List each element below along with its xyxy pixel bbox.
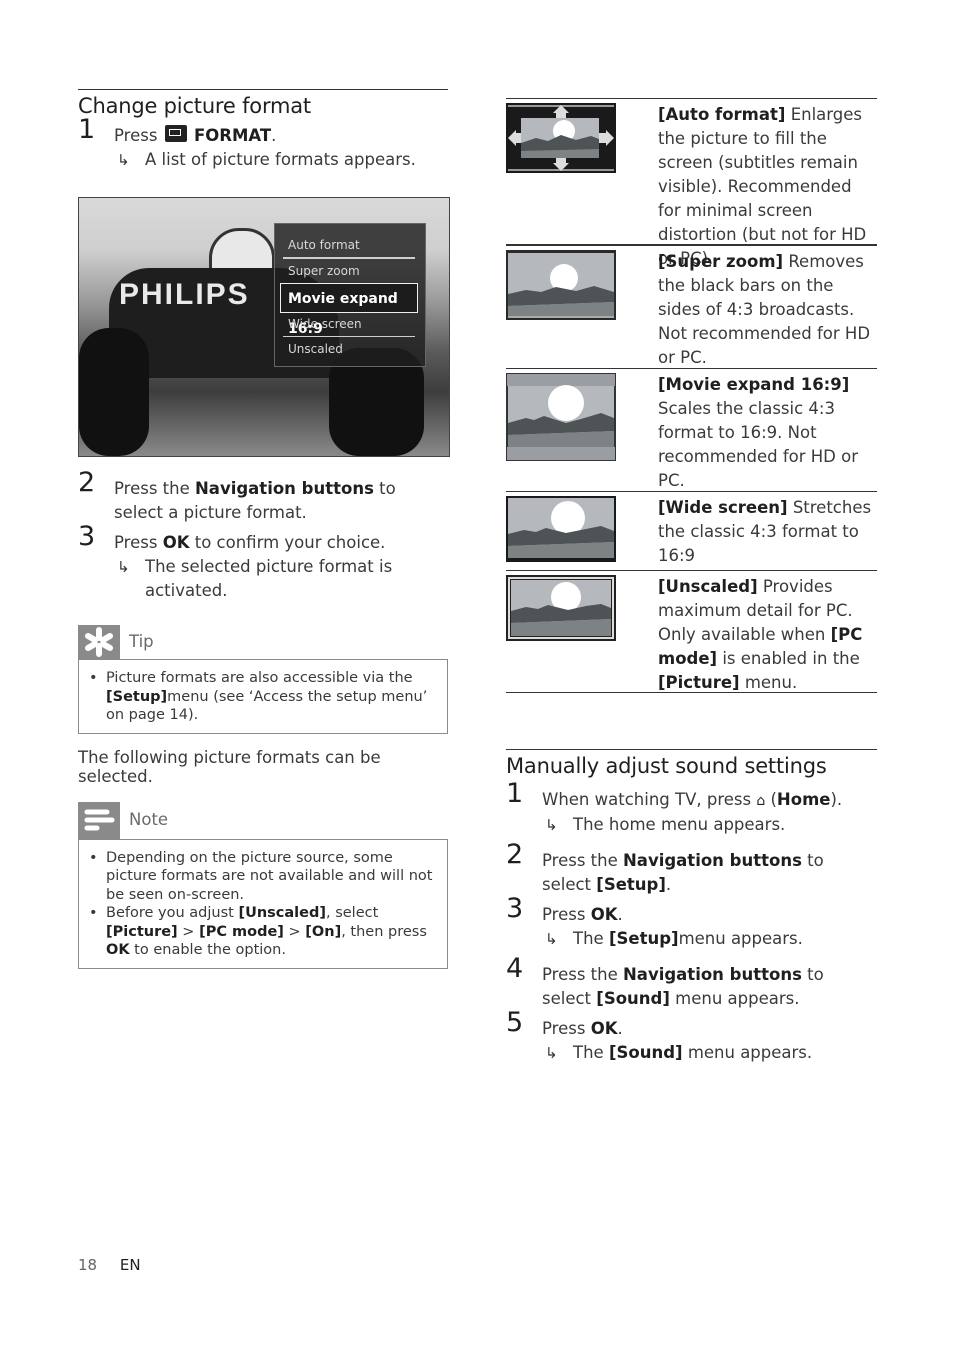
- note-header: Note: [78, 801, 448, 839]
- step-1: 1 Press FORMAT. ↳ A list of picture form…: [78, 116, 448, 172]
- language-code: EN: [119, 1256, 141, 1274]
- format-desc: [Wide screen] Stretches the classic 4:3 …: [658, 498, 872, 565]
- tip-content: Picture formats are also accessible via …: [78, 659, 448, 734]
- result-arrow-icon: ↳: [545, 930, 558, 948]
- wide-screen-thumbnail: [506, 496, 616, 566]
- step-result: ↳ The selected picture format is activat…: [117, 557, 393, 600]
- asterisk-icon: [78, 625, 120, 659]
- step-number: 1: [78, 114, 96, 145]
- result-arrow-icon: ↳: [545, 1044, 558, 1062]
- step-2: 2 Press the Navigation buttons to select…: [78, 467, 396, 522]
- note-bullet: Depending on the picture source, some pi…: [89, 849, 435, 905]
- page-number: 18: [78, 1256, 98, 1274]
- menu-item-super-zoom[interactable]: Super zoom: [288, 264, 360, 278]
- step-3: 3 Press OK to confirm your choice. ↳ The…: [78, 523, 448, 603]
- home-icon: ⌂: [756, 793, 766, 809]
- left-column: Change picture format 1 Press FORMAT. ↳ …: [78, 89, 450, 969]
- right-column: [Auto format] Enlarges the picture to fi…: [506, 98, 877, 1065]
- page-footer: 18 EN: [78, 1256, 141, 1274]
- following-formats-text: The following picture formats can be sel…: [78, 747, 381, 786]
- result-arrow-icon: ↳: [117, 558, 130, 576]
- tip-bullet: Picture formats are also accessible via …: [89, 669, 435, 725]
- step-result: ↳ The [Sound] menu appears.: [542, 1041, 877, 1065]
- note-label: Note: [129, 809, 169, 829]
- auto-format-thumbnail: [506, 103, 616, 240]
- format-row-auto-format: [Auto format] Enlarges the picture to fi…: [506, 98, 877, 268]
- format-row-movie-expand: [Movie expand 16:9] Scales the classic 4…: [506, 368, 877, 491]
- result-arrow-icon: ↳: [545, 816, 558, 834]
- format-row-wide-screen: [Wide screen] Stretches the classic 4:3 …: [506, 491, 877, 570]
- sound-step-1: 1 When watching TV, press ⌂ (Home). ↳ Th…: [506, 780, 877, 837]
- car-wheel: [79, 328, 149, 456]
- format-row-super-zoom: [Super zoom] Removes the black bars on t…: [506, 244, 877, 368]
- unscaled-thumbnail: [506, 575, 616, 688]
- format-table: [Auto format] Enlarges the picture to fi…: [506, 98, 877, 693]
- menu-separator: [283, 257, 415, 259]
- menu-item-wide-screen[interactable]: Wide screen: [288, 317, 362, 331]
- menu-separator: [283, 336, 415, 337]
- menu-item-movie-expand-selected[interactable]: Movie expand 16:9: [280, 283, 418, 337]
- note-lines-icon: [78, 801, 120, 839]
- format-desc: [Super zoom] Removes the black bars on t…: [658, 252, 871, 367]
- step-result: ↳ The [Setup]menu appears.: [542, 927, 877, 951]
- section-divider: [506, 749, 877, 750]
- format-desc: [Auto format] Enlarges the picture to fi…: [658, 105, 867, 268]
- sound-step-5: 5 Press OK. ↳ The [Sound] menu appears.: [506, 1009, 877, 1065]
- note-bullet: Before you adjust [Unscaled], select [Pi…: [89, 904, 435, 960]
- brand-text: PHILIPS: [119, 278, 250, 311]
- menu-item-unscaled[interactable]: Unscaled: [288, 342, 343, 356]
- tip-header: Tip: [78, 625, 448, 659]
- format-icon: [164, 125, 187, 142]
- menu-item-auto-format[interactable]: Auto format: [288, 238, 360, 252]
- tv-screenshot: PHILIPS Auto format Super zoom Movie exp…: [78, 197, 450, 457]
- super-zoom-thumbnail: [506, 250, 616, 364]
- tip-label: Tip: [129, 632, 154, 651]
- note-content: Depending on the picture source, some pi…: [78, 838, 448, 969]
- movie-expand-thumbnail: [506, 373, 616, 487]
- section-title-sound-settings: Manually adjust sound settings: [506, 754, 827, 778]
- tip-box: Tip Picture formats are also accessible …: [78, 625, 448, 734]
- sound-step-4: 4 Press the Navigation buttons to select…: [506, 953, 824, 1008]
- step-result: ↳ The home menu appears.: [542, 813, 877, 837]
- sound-step-2: 2 Press the Navigation buttons to select…: [506, 839, 824, 894]
- format-desc: [Unscaled] Provides maximum detail for P…: [658, 577, 863, 692]
- step-result: ↳ A list of picture formats appears.: [114, 148, 448, 172]
- section-title-change-picture-format: Change picture format: [78, 94, 311, 118]
- sound-section: Manually adjust sound settings 1 When wa…: [506, 749, 877, 1065]
- sound-step-3: 3 Press OK. ↳ The [Setup]menu appears.: [506, 895, 877, 951]
- note-box: Note Depending on the picture source, so…: [78, 801, 448, 969]
- format-row-unscaled: [Unscaled] Provides maximum detail for P…: [506, 570, 877, 692]
- format-desc: [Movie expand 16:9] Scales the classic 4…: [658, 375, 859, 490]
- picture-format-menu: Auto format Super zoom Movie expand 16:9…: [274, 223, 426, 367]
- result-arrow-icon: ↳: [117, 151, 130, 169]
- section-divider: [78, 89, 448, 90]
